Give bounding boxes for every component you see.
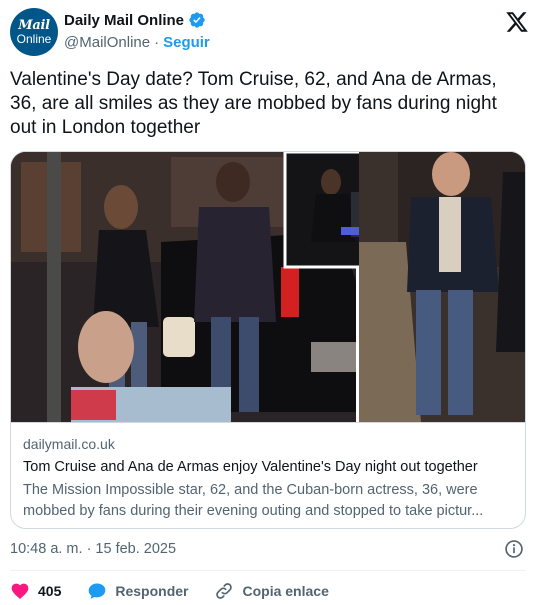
link-card[interactable]: dailymail.co.uk Tom Cruise and Ana de Ar… [10, 151, 526, 529]
card-meta: dailymail.co.uk Tom Cruise and Ana de Ar… [11, 422, 525, 528]
like-count: 405 [38, 583, 62, 599]
article-photo-collage [11, 152, 525, 422]
handle-row: @MailOnline · Seguir [64, 34, 210, 51]
copy-link-label: Copia enlace [242, 583, 329, 599]
speech-bubble-icon [89, 583, 106, 599]
tweet-timestamp[interactable]: 10:48 a. m. · 15 feb. 2025 [10, 541, 176, 557]
tweet-header: Mail Online Daily Mail Online @MailOnlin… [10, 8, 531, 58]
author-name-row: Daily Mail Online [64, 11, 206, 29]
info-icon[interactable] [504, 539, 524, 559]
card-title: Tom Cruise and Ana de Armas enjoy Valent… [23, 459, 478, 475]
verified-badge-icon [189, 12, 205, 28]
author-handle[interactable]: @MailOnline [64, 34, 150, 51]
reply-button[interactable]: Responder [87, 581, 188, 601]
heart-icon [11, 583, 29, 599]
author-name[interactable]: Daily Mail Online [64, 12, 184, 29]
copy-link-button[interactable]: Copia enlace [214, 581, 329, 601]
x-logo-icon[interactable] [505, 10, 529, 34]
separator-dot: · [154, 34, 160, 51]
avatar-logo-line2: Online [16, 32, 52, 46]
avatar[interactable]: Mail Online [10, 8, 58, 56]
avatar-logo-line1: Mail [18, 18, 50, 33]
divider [10, 570, 526, 571]
card-domain: dailymail.co.uk [23, 436, 115, 452]
like-button[interactable]: 405 [10, 581, 61, 601]
card-description: The Mission Impossible star, 62, and the… [23, 482, 484, 519]
tweet-text: Valentine's Day date? Tom Cruise, 62, an… [10, 69, 497, 138]
action-bar: 405 Responder Copia enlace [10, 578, 526, 604]
link-icon [216, 583, 233, 599]
follow-button[interactable]: Seguir [163, 34, 210, 51]
reply-label: Responder [115, 583, 189, 599]
